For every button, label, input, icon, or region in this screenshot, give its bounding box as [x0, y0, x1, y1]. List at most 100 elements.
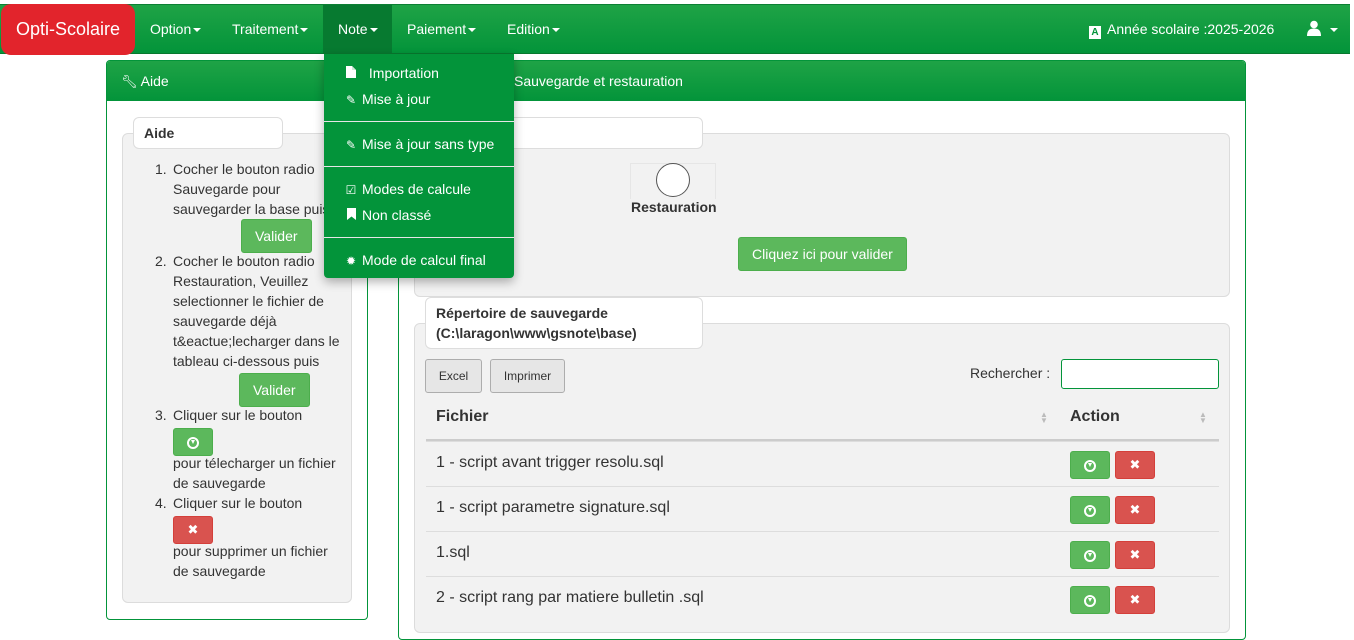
file-name: 1.sql: [436, 544, 470, 561]
menu-paiement-label: Paiement: [407, 21, 467, 37]
menu-divider: [324, 121, 514, 122]
pencil-icon: ✎: [345, 93, 357, 107]
menu-item-mise-a-jour[interactable]: ✎ Mise à jour: [344, 89, 431, 109]
print-button[interactable]: Imprimer: [490, 359, 565, 393]
file-icon: [344, 64, 358, 84]
delete-button[interactable]: ✖: [1114, 586, 1155, 614]
backup-options-well: [414, 133, 1230, 297]
caret-down-icon: [1329, 28, 1338, 33]
sort-icon[interactable]: ▲ ▼: [1199, 411, 1207, 425]
restore-radio[interactable]: [656, 163, 690, 197]
table-header: Fichier ▲ ▼ Action ▲ ▼: [426, 397, 1219, 441]
help-delete-button: ✖: [173, 516, 213, 544]
aide-panel-title: Aide: [140, 73, 169, 89]
validate-button[interactable]: Cliquez ici pour valider: [738, 237, 907, 271]
restore-label: Restauration: [631, 199, 717, 215]
menu-item-label: Mise à jour sans type: [362, 136, 495, 152]
caret-down-icon: [193, 28, 202, 33]
menu-item-label: Mode de calcul final: [362, 252, 486, 268]
menu-edition[interactable]: Edition: [492, 5, 575, 53]
delete-button[interactable]: ✖: [1114, 541, 1155, 569]
note-dropdown-menu: Importation ✎ Mise à jour ✎ Mise à jour sa…: [324, 54, 514, 278]
close-icon: ✖: [187, 522, 199, 537]
user-menu[interactable]: [1306, 5, 1338, 53]
aide-legend: Aide: [133, 117, 283, 149]
bookmark-icon: [344, 206, 358, 226]
gear-icon: ✹: [345, 254, 357, 268]
menu-item-label: Modes de calcule: [362, 181, 471, 197]
menu-traitement-label: Traitement: [232, 21, 299, 37]
file-name: 1 - script avant trigger resolu.sql: [436, 454, 664, 471]
menu-item-label: Mise à jour: [362, 91, 431, 107]
help-download-button: [173, 428, 213, 456]
menu-item-mise-a-jour-sans-type[interactable]: ✎ Mise à jour sans type: [344, 134, 494, 154]
close-icon: ✖: [1129, 547, 1141, 562]
step-number: 4.: [155, 495, 167, 511]
check-square-icon: ☑: [345, 183, 357, 197]
user-icon: [1307, 20, 1321, 36]
close-icon: ✖: [1129, 502, 1141, 517]
school-year[interactable]: A Année scolaire :2025-2026: [1089, 5, 1274, 53]
caret-down-icon: [551, 28, 560, 33]
download-button[interactable]: [1070, 451, 1110, 479]
download-icon: [1084, 549, 1096, 562]
sort-icon[interactable]: ▲ ▼: [1040, 411, 1048, 425]
menu-option-label: Option: [150, 21, 192, 37]
menu-note-label: Note: [338, 21, 368, 37]
menu-traitement[interactable]: Traitement: [217, 5, 323, 53]
menu-divider: [324, 237, 514, 238]
step-text: Cocher le bouton radio Sauvegarde pour s…: [173, 161, 330, 217]
table-row: 1 - script avant trigger resolu.sql ✖: [426, 441, 1219, 486]
step-number: 1.: [155, 161, 167, 177]
backup-dir-path: (C:\laragon\www\gsnote\base): [436, 325, 637, 341]
step-text: Cliquer sur le bouton: [173, 407, 303, 423]
table-row: 1 - script parametre signature.sql ✖: [426, 486, 1219, 531]
table-row: 2 - script rang par matiere bulletin .sq…: [426, 576, 1219, 621]
brand-logo[interactable]: Opti-Scolaire: [1, 4, 135, 55]
download-icon: [1084, 594, 1096, 607]
caret-down-icon: [468, 28, 477, 33]
font-icon: A: [1089, 26, 1101, 39]
download-button[interactable]: [1070, 586, 1110, 614]
step-text: Cliquer sur le bouton: [173, 495, 303, 511]
top-navbar: Opti-Scolaire Option Traitement Note Pai…: [0, 4, 1350, 55]
close-icon: ✖: [1129, 457, 1141, 472]
excel-button[interactable]: Excel: [425, 359, 482, 393]
file-name: 2 - script rang par matiere bulletin .sq…: [436, 589, 704, 606]
help-validate-button[interactable]: Valider: [241, 219, 312, 253]
delete-button[interactable]: ✖: [1114, 451, 1155, 479]
backup-panel-title: Sauvegarde et restauration: [514, 73, 683, 89]
search-input[interactable]: [1061, 359, 1219, 389]
backup-panel-heading: Sauvegarde et restauration: [399, 61, 1245, 101]
help-validate-button[interactable]: Valider: [239, 373, 310, 407]
step-text: pour télecharger un fichier de sauvegard…: [173, 455, 336, 491]
file-name: 1 - script parametre signature.sql: [436, 499, 670, 516]
delete-button[interactable]: ✖: [1114, 496, 1155, 524]
download-button[interactable]: [1070, 541, 1110, 569]
column-header-action[interactable]: Action: [1070, 408, 1120, 426]
search-label: Rechercher :: [970, 365, 1051, 381]
school-year-label: Année scolaire :2025-2026: [1107, 21, 1275, 37]
menu-edition-label: Edition: [507, 21, 550, 37]
download-icon: [187, 436, 199, 449]
menu-option[interactable]: Option: [135, 5, 216, 53]
caret-down-icon: [369, 28, 378, 33]
download-button[interactable]: [1070, 496, 1110, 524]
step-text: pour supprimer un fichier de sauvegarde: [173, 543, 328, 579]
column-header-fichier[interactable]: Fichier: [436, 408, 488, 426]
pencil-icon: ✎: [345, 138, 357, 152]
caret-down-icon: [300, 28, 309, 33]
menu-paiement[interactable]: Paiement: [392, 5, 491, 53]
step-number: 3.: [155, 407, 167, 423]
table-row: 1.sql ✖: [426, 531, 1219, 576]
menu-note[interactable]: Note: [323, 5, 392, 53]
menu-item-mode-de-calcul-final[interactable]: ✹ Mode de calcul final: [344, 250, 486, 270]
menu-item-importation[interactable]: Importation: [344, 63, 439, 83]
backup-dir-legend: Répertoire de sauvegarde (C:\laragon\www…: [425, 297, 703, 349]
menu-item-label: Importation: [368, 65, 439, 81]
menu-item-non-classe[interactable]: Non classé: [344, 205, 431, 225]
step-text: Cocher le bouton radio Restauration, Veu…: [173, 253, 340, 369]
wrench-icon: 🔧︎: [121, 74, 138, 89]
menu-divider: [324, 166, 514, 167]
menu-item-modes-de-calcule[interactable]: ☑ Modes de calcule: [344, 179, 471, 199]
